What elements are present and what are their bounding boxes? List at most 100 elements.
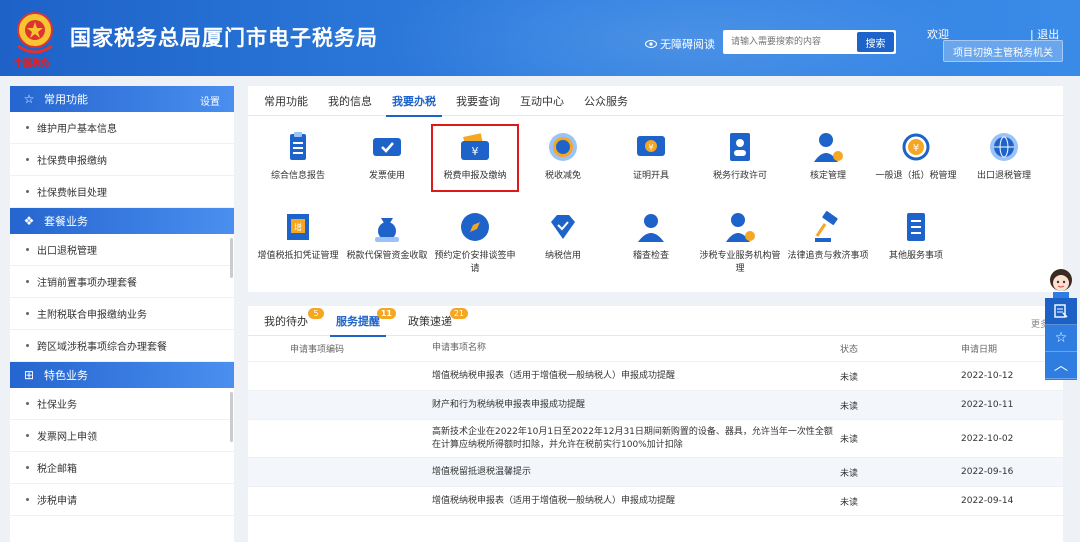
tab-label: 服务提醒 [336,315,380,328]
assistant-avatar-icon[interactable] [1045,266,1077,298]
count-badge: 21 [449,308,468,319]
service-id-card[interactable]: 税务行政许可 [696,130,784,183]
bullet-icon [26,280,29,283]
tab-label: 我的待办 [264,315,308,328]
scrollbar[interactable] [230,392,233,442]
tab-tax-handling[interactable]: 我要办税 [382,86,446,117]
bullet-icon [26,498,29,501]
cell-name[interactable]: 财产和行为税纳税申报表申报成功提醒 [432,399,840,412]
globe-icon [990,133,1018,161]
item-label: 跨区域涉税事项综合办理套餐 [37,342,167,353]
service-compass[interactable]: 预约定价安排谈签申请 [431,210,519,276]
col-name: 申请事项名称 [432,343,487,353]
cell-date: 2022-10-11 [961,400,1014,410]
cell-name[interactable]: 增值税留抵退税温馨提示 [432,466,840,479]
highlight-box [431,124,519,192]
item-label: 涉税申请 [37,496,77,507]
user-gear-icon [814,133,843,162]
table-row[interactable]: 高新技术企业在2022年10月1日至2022年12月31日期间新购置的设备、器具… [248,420,1063,458]
service-label: 核定管理 [809,171,846,181]
settings-link[interactable]: 设置 [200,93,220,108]
clipboard-icon [290,132,306,160]
service-refund[interactable]: ¥ 一般退（抵）税管理 [872,130,960,183]
service-money-bag[interactable]: 税款代保管资金收取 [343,210,431,263]
service-ticket[interactable]: 发票使用 [343,130,431,183]
tab-common[interactable]: 常用功能 [254,86,318,116]
money-bag-icon [375,218,399,242]
compass-icon [461,213,489,241]
sidebar-item[interactable]: 跨区域涉税事项综合办理套餐 [10,330,234,362]
grid-icon: ⊞ [23,368,35,382]
accessibility-link[interactable]: 无障碍阅读 [645,36,715,52]
tab-my-todo[interactable]: 我的待办 5 [254,306,324,336]
table-row[interactable]: 增值税纳税申报表（适用于增值税一般纳税人）申报成功提醒 未读 2022-09-1… [248,487,1063,516]
table-row[interactable]: 增值税纳税申报表（适用于增值税一般纳税人）申报成功提醒 未读 2022-10-1… [248,362,1063,391]
sidebar-item[interactable]: 税企邮箱 [10,452,234,484]
switch-agency-button[interactable]: 项目切换主管税务机关 [943,40,1063,62]
section-title: 套餐业务 [44,215,88,228]
sidebar-item[interactable]: 社保费帐目处理 [10,176,234,208]
item-label: 社保费申报缴纳 [37,156,107,167]
tab-query[interactable]: 我要查询 [446,86,510,116]
favorite-star-icon[interactable]: ☆ [1045,325,1077,352]
sidebar-item[interactable]: 涉税申请 [10,484,234,516]
table-row[interactable]: 增值税留抵退税温馨提示 未读 2022-09-16 [248,458,1063,487]
tab-my-info[interactable]: 我的信息 [318,86,382,116]
service-agency[interactable]: 涉税专业服务机构管理 [696,210,784,276]
list-icon [907,213,925,241]
service-diamond[interactable]: 纳税信用 [519,210,607,263]
bullet-icon [26,190,29,193]
coin-icon [549,133,577,161]
service-certificate[interactable]: ¥ 证明开具 [607,130,695,183]
sidebar-section-special[interactable]: ⊞ 特色业务 [10,362,234,388]
sidebar-item[interactable]: 社保业务 [10,388,234,420]
table-row[interactable]: 财产和行为税纳税申报表申报成功提醒 未读 2022-10-11 [248,391,1063,420]
cell-name[interactable]: 高新技术企业在2022年10月1日至2022年12月31日期间新购置的设备、器具… [432,426,840,452]
service-label: 涉税专业服务机构管理 [699,251,781,274]
item-label: 主附税联合申报缴纳业务 [37,310,147,321]
search-input[interactable] [723,30,856,54]
service-label: 税款代保管资金收取 [346,251,428,261]
sidebar-list-package: 出口退税管理 注销前置事项办理套餐 主附税联合申报缴纳业务 跨区域涉税事项综合办… [10,234,234,362]
sidebar-item[interactable]: 社保费申报缴纳 [10,144,234,176]
bullet-icon [26,126,29,129]
site-title: 国家税务总局厦门市电子税务局 [70,26,378,50]
svg-text:增: 增 [294,222,302,232]
sidebar-item[interactable]: 主附税联合申报缴纳业务 [10,298,234,330]
service-label: 一般退（抵）税管理 [875,171,957,181]
cell-name[interactable]: 增值税纳税申报表（适用于增值税一般纳税人）申报成功提醒 [432,495,840,508]
service-gavel[interactable]: 法律追责与救济事项 [784,210,872,263]
service-globe[interactable]: 出口退税管理 [960,130,1048,183]
item-label: 维护用户基本信息 [37,124,117,135]
sidebar-item[interactable]: 维护用户基本信息 [10,112,234,144]
service-inspector[interactable]: 稽查检查 [607,210,695,263]
diamond-icon [551,215,575,239]
back-to-top-icon[interactable]: ︿ [1045,352,1077,379]
service-list[interactable]: 其他服务事项 [872,210,960,263]
search-box: 搜索 [723,30,896,54]
service-coin[interactable]: 税收减免 [519,130,607,183]
cell-name[interactable]: 增值税纳税申报表（适用于增值税一般纳税人）申报成功提醒 [432,370,840,383]
tab-public-service[interactable]: 公众服务 [574,86,638,116]
service-user-gear[interactable]: 核定管理 [784,130,872,183]
accessibility-label: 无障碍阅读 [660,38,715,51]
sidebar-item[interactable]: 出口退税管理 [10,234,234,266]
sidebar-item[interactable]: 注销前置事项办理套餐 [10,266,234,298]
count-badge: 5 [308,308,324,319]
item-label: 社保费帐目处理 [37,188,107,199]
sidebar-section-package[interactable]: ❖ 套餐业务 [10,208,234,234]
tab-interaction[interactable]: 互动中心 [510,86,574,116]
tax-emblem-icon [17,12,53,54]
feedback-icon[interactable] [1045,298,1077,325]
table-header: 申请事项编码 申请事项名称 状态 申请日期 [248,336,1063,362]
scrollbar[interactable] [230,238,233,278]
tab-service-reminder[interactable]: 服务提醒 11 [326,306,396,337]
tab-policy-news[interactable]: 政策速递 21 [398,306,468,336]
search-button[interactable]: 搜索 [857,32,894,52]
service-label: 税收减免 [544,171,581,181]
service-invoice[interactable]: 增增值税抵扣凭证管理 [254,210,342,263]
sidebar-section-common[interactable]: ☆ 常用功能 设置 [10,86,234,112]
sidebar-item[interactable]: 发票网上申领 [10,420,234,452]
service-clipboard[interactable]: 综合信息报告 [254,130,342,183]
item-label: 出口退税管理 [37,246,97,257]
